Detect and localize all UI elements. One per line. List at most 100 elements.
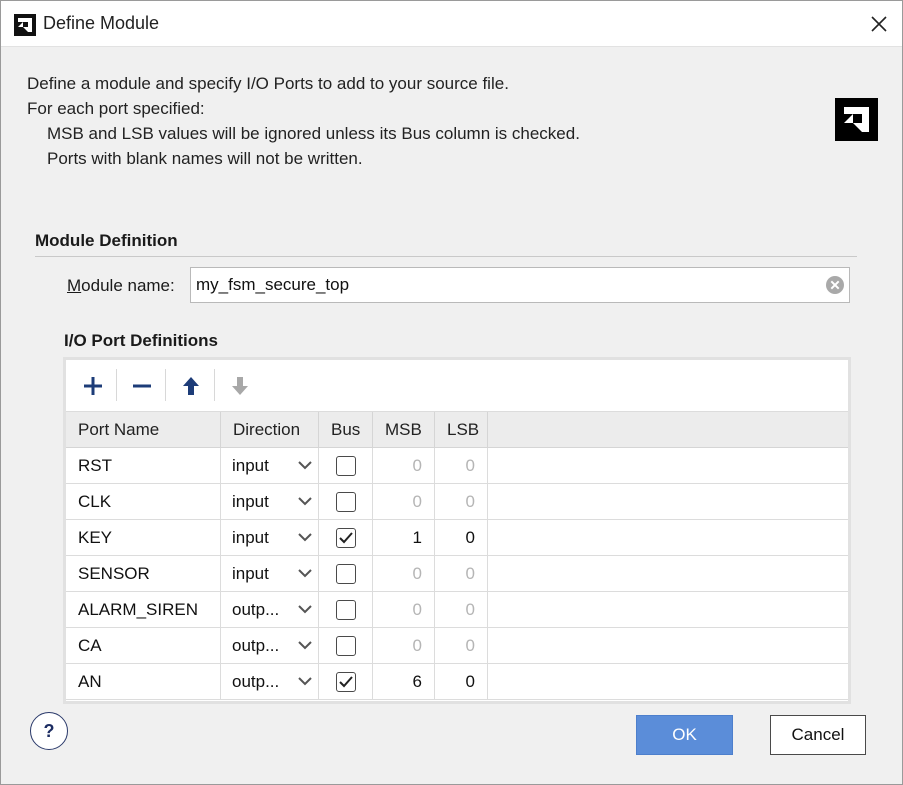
description-line: Ports with blank names will not be writt…	[47, 149, 363, 168]
direction-value: input	[232, 492, 269, 511]
row-filler	[488, 484, 848, 520]
clear-button[interactable]	[825, 275, 845, 295]
ok-button[interactable]: OK	[636, 715, 733, 755]
table-row[interactable]: CA outp... 0 0	[66, 628, 848, 664]
bus-checkbox-checked[interactable]	[336, 672, 356, 692]
direction-select[interactable]: input	[221, 484, 319, 520]
move-down-button[interactable]	[227, 373, 253, 399]
msb-cell[interactable]: 6	[373, 664, 435, 700]
direction-select[interactable]: input	[221, 520, 319, 556]
title-bar: Define Module	[1, 1, 902, 47]
direction-select[interactable]: input	[221, 448, 319, 484]
bus-checkbox[interactable]	[336, 636, 356, 656]
column-header-filler	[488, 412, 848, 448]
clear-icon	[826, 276, 844, 294]
column-header-lsb[interactable]: LSB	[435, 412, 488, 448]
module-name-input[interactable]	[191, 268, 811, 302]
lsb-cell[interactable]: 0	[435, 520, 488, 556]
bus-checkbox[interactable]	[336, 492, 356, 512]
help-button[interactable]: ?	[30, 712, 68, 750]
app-logo-icon	[14, 14, 36, 36]
column-header-msb[interactable]: MSB	[373, 412, 435, 448]
bus-cell	[319, 664, 373, 700]
table-row[interactable]: AN outp... 6 0	[66, 664, 848, 700]
checkmark-icon	[339, 676, 353, 688]
chevron-down-icon	[298, 569, 312, 578]
row-filler	[488, 556, 848, 592]
description-line: MSB and LSB values will be ignored unles…	[47, 124, 580, 143]
msb-cell[interactable]: 0	[373, 628, 435, 664]
chevron-down-icon	[298, 605, 312, 614]
lsb-cell[interactable]: 0	[435, 556, 488, 592]
port-name-cell[interactable]: ALARM_SIREN	[66, 592, 221, 628]
arrow-down-icon	[232, 377, 248, 395]
table-row[interactable]: ALARM_SIREN outp... 0 0	[66, 592, 848, 628]
direction-select[interactable]: outp...	[221, 628, 319, 664]
table-row[interactable]: SENSOR input 0 0	[66, 556, 848, 592]
chevron-down-icon	[298, 533, 312, 542]
io-port-table: Port Name Direction Bus MSB LSB RST inpu…	[63, 357, 851, 704]
close-button[interactable]	[864, 9, 894, 39]
close-icon	[871, 16, 887, 32]
table-row[interactable]: CLK input 0 0	[66, 484, 848, 520]
add-port-button[interactable]	[80, 373, 106, 399]
direction-select[interactable]: outp...	[221, 592, 319, 628]
table-header: Port Name Direction Bus MSB LSB	[66, 412, 848, 448]
msb-cell[interactable]: 0	[373, 484, 435, 520]
chevron-down-icon	[298, 641, 312, 650]
module-name-label: Module name:	[67, 276, 175, 296]
msb-cell[interactable]: 1	[373, 520, 435, 556]
table-row[interactable]: RST input 0 0	[66, 448, 848, 484]
msb-cell[interactable]: 0	[373, 592, 435, 628]
direction-select[interactable]: input	[221, 556, 319, 592]
plus-icon	[84, 377, 102, 395]
direction-value: input	[232, 564, 269, 583]
column-header-bus[interactable]: Bus	[319, 412, 373, 448]
bus-checkbox[interactable]	[336, 600, 356, 620]
bus-checkbox[interactable]	[336, 564, 356, 584]
port-name-cell[interactable]: RST	[66, 448, 221, 484]
toolbar-separator	[214, 369, 215, 401]
table-toolbar	[66, 360, 848, 412]
column-header-port-name[interactable]: Port Name	[66, 412, 221, 448]
table-row[interactable]: KEY input 1 0	[66, 520, 848, 556]
move-up-button[interactable]	[178, 373, 204, 399]
direction-value: outp...	[232, 600, 280, 619]
bus-checkbox-checked[interactable]	[336, 528, 356, 548]
module-name-field	[190, 267, 850, 303]
column-header-direction[interactable]: Direction	[221, 412, 319, 448]
port-name-cell[interactable]: AN	[66, 664, 221, 700]
lsb-cell[interactable]: 0	[435, 628, 488, 664]
checkmark-icon	[339, 532, 353, 544]
lsb-cell[interactable]: 0	[435, 448, 488, 484]
cancel-button[interactable]: Cancel	[770, 715, 866, 755]
port-name-cell[interactable]: CA	[66, 628, 221, 664]
remove-port-button[interactable]	[129, 373, 155, 399]
bus-checkbox[interactable]	[336, 456, 356, 476]
chevron-down-icon	[298, 461, 312, 470]
description-line: Define a module and specify I/O Ports to…	[27, 74, 509, 93]
port-name-cell[interactable]: SENSOR	[66, 556, 221, 592]
module-name-label-text: odule name:	[81, 276, 175, 295]
description: Define a module and specify I/O Ports to…	[27, 71, 580, 171]
row-filler	[488, 628, 848, 664]
port-name-cell[interactable]: CLK	[66, 484, 221, 520]
lsb-cell[interactable]: 0	[435, 484, 488, 520]
bus-cell	[319, 448, 373, 484]
port-name-cell[interactable]: KEY	[66, 520, 221, 556]
window-title: Define Module	[43, 13, 160, 33]
lsb-cell[interactable]: 0	[435, 592, 488, 628]
toolbar-separator	[165, 369, 166, 401]
lsb-cell[interactable]: 0	[435, 664, 488, 700]
msb-cell[interactable]: 0	[373, 448, 435, 484]
bus-cell	[319, 520, 373, 556]
direction-value: outp...	[232, 636, 280, 655]
help-icon: ?	[43, 720, 55, 741]
module-name-mnemonic: M	[67, 276, 82, 295]
row-filler	[488, 520, 848, 556]
row-filler	[488, 664, 848, 700]
brand-logo-icon	[835, 98, 878, 141]
direction-select[interactable]: outp...	[221, 664, 319, 700]
bus-cell	[319, 556, 373, 592]
msb-cell[interactable]: 0	[373, 556, 435, 592]
